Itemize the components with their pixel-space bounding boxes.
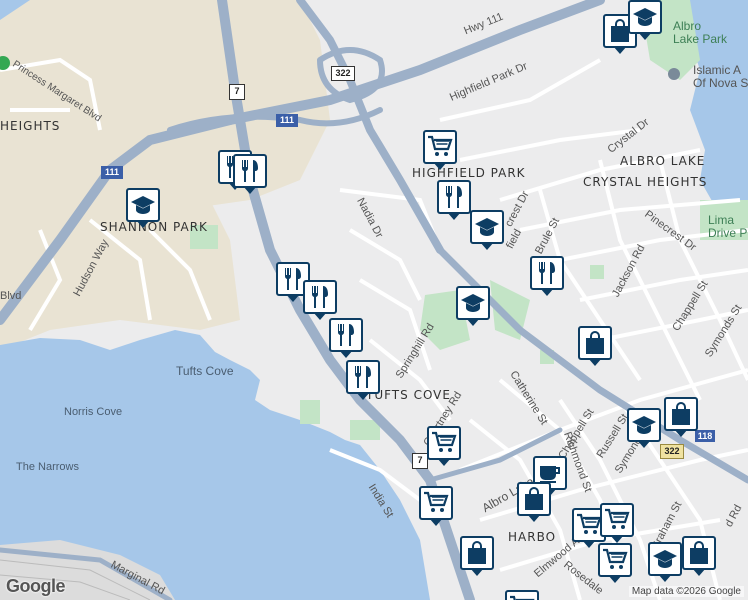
restaurant-icon [233, 154, 267, 188]
map-marker-school[interactable] [628, 0, 662, 40]
map-marker-school[interactable] [126, 188, 160, 228]
water-label-the-narrows: The Narrows [16, 461, 79, 473]
school-icon [126, 188, 160, 222]
grocery-cart-icon [423, 130, 457, 164]
shopping-bag-icon [664, 397, 698, 431]
map-marker-grocery-cart[interactable] [600, 503, 634, 543]
route-shield-322-top: 322 [331, 66, 355, 81]
shopping-bag-icon [578, 326, 612, 360]
map-marker-shopping-bag[interactable] [682, 536, 716, 576]
map-marker-shopping-bag[interactable] [460, 536, 494, 576]
marker-pointer [638, 32, 652, 40]
grocery-cart-icon [427, 426, 461, 460]
marker-pointer [608, 575, 622, 583]
marker-pointer [540, 288, 554, 296]
marker-pointer [674, 429, 688, 437]
grocery-cart-icon [600, 503, 634, 537]
marker-pointer [356, 392, 370, 400]
restaurant-icon [346, 360, 380, 394]
map-marker-restaurant[interactable] [329, 318, 363, 358]
restaurant-icon [329, 318, 363, 352]
marker-pointer [582, 540, 596, 548]
map-marker-restaurant[interactable] [346, 360, 380, 400]
map-marker-restaurant[interactable] [233, 154, 267, 194]
marker-pointer [447, 212, 461, 220]
marker-pointer [527, 514, 541, 522]
area-label-albro-lake: ALBRO LAKE [620, 154, 706, 168]
school-icon [470, 210, 504, 244]
marker-pointer [588, 358, 602, 366]
park-label-islamic: Islamic A Of Nova S [693, 63, 748, 90]
marker-pointer [429, 518, 443, 526]
area-label-crystal-heights: CRYSTAL HEIGHTS [583, 175, 708, 189]
map-marker-grocery-cart[interactable] [419, 486, 453, 526]
school-icon [627, 408, 661, 442]
shopping-bag-icon [517, 482, 551, 516]
map-marker-grocery-cart[interactable] [505, 590, 539, 600]
water-label-norris-cove: Norris Cove [64, 406, 123, 418]
map-marker-shopping-bag[interactable] [517, 482, 551, 522]
route-shield-322-bottom: 322 [660, 444, 684, 459]
map-marker-grocery-cart[interactable] [423, 130, 457, 170]
marker-pointer [470, 568, 484, 576]
park-label-albro-lake-park: Albro Lake Park [673, 19, 728, 46]
map-marker-school[interactable] [456, 286, 490, 326]
map-marker-grocery-cart[interactable] [427, 426, 461, 466]
marker-pointer [480, 242, 494, 250]
route-shield-111-left: 111 [101, 166, 123, 179]
map-marker-school[interactable] [648, 542, 682, 582]
area-label-heights: HEIGHTS [0, 119, 61, 133]
map-canvas[interactable]: Hwy 111 Highfield Park Dr Nadia Dr Sprin… [0, 0, 748, 600]
map-marker-school[interactable] [470, 210, 504, 250]
map-marker-shopping-bag[interactable] [578, 326, 612, 366]
google-logo: Google [6, 576, 66, 596]
marker-pointer [692, 568, 706, 576]
map-attribution[interactable]: Map data ©2026 Google [628, 586, 744, 597]
grocery-cart-icon [598, 543, 632, 577]
shopping-bag-icon [682, 536, 716, 570]
marker-pointer [613, 46, 627, 54]
marker-pointer [136, 220, 150, 228]
map-base [0, 0, 748, 600]
map-marker-grocery-cart[interactable] [598, 543, 632, 583]
restaurant-icon [530, 256, 564, 290]
map-marker-school[interactable] [627, 408, 661, 448]
grocery-cart-icon [419, 486, 453, 520]
marker-pointer [433, 162, 447, 170]
grocery-cart-icon [505, 590, 539, 600]
marker-pointer [437, 458, 451, 466]
school-icon [456, 286, 490, 320]
marker-pointer [243, 186, 257, 194]
park-label-lima-drive: Lima Drive P [708, 213, 748, 240]
route-shield-111-top: 111 [276, 114, 298, 127]
marker-pointer [610, 535, 624, 543]
marker-pointer [658, 574, 672, 582]
marker-pointer [286, 294, 300, 302]
school-icon [628, 0, 662, 34]
marker-pointer [466, 318, 480, 326]
route-shield-7-bottom: 7 [412, 453, 428, 469]
route-shield-7-top: 7 [229, 84, 245, 100]
map-marker-shopping-bag[interactable] [664, 397, 698, 437]
restaurant-icon [303, 280, 337, 314]
marker-pointer [637, 440, 651, 448]
area-label-harbour: HARBO [508, 530, 557, 544]
map-marker-restaurant[interactable] [303, 280, 337, 320]
restaurant-icon [437, 180, 471, 214]
water-label-tufts-cove: Tufts Cove [176, 364, 234, 378]
map-marker-restaurant[interactable] [437, 180, 471, 220]
school-icon [648, 542, 682, 576]
shopping-bag-icon [460, 536, 494, 570]
map-marker-restaurant[interactable] [530, 256, 564, 296]
road-label-blvd: Blvd [0, 290, 22, 302]
marker-pointer [313, 312, 327, 320]
marker-pointer [339, 350, 353, 358]
route-shield-118: 118 [695, 430, 715, 442]
